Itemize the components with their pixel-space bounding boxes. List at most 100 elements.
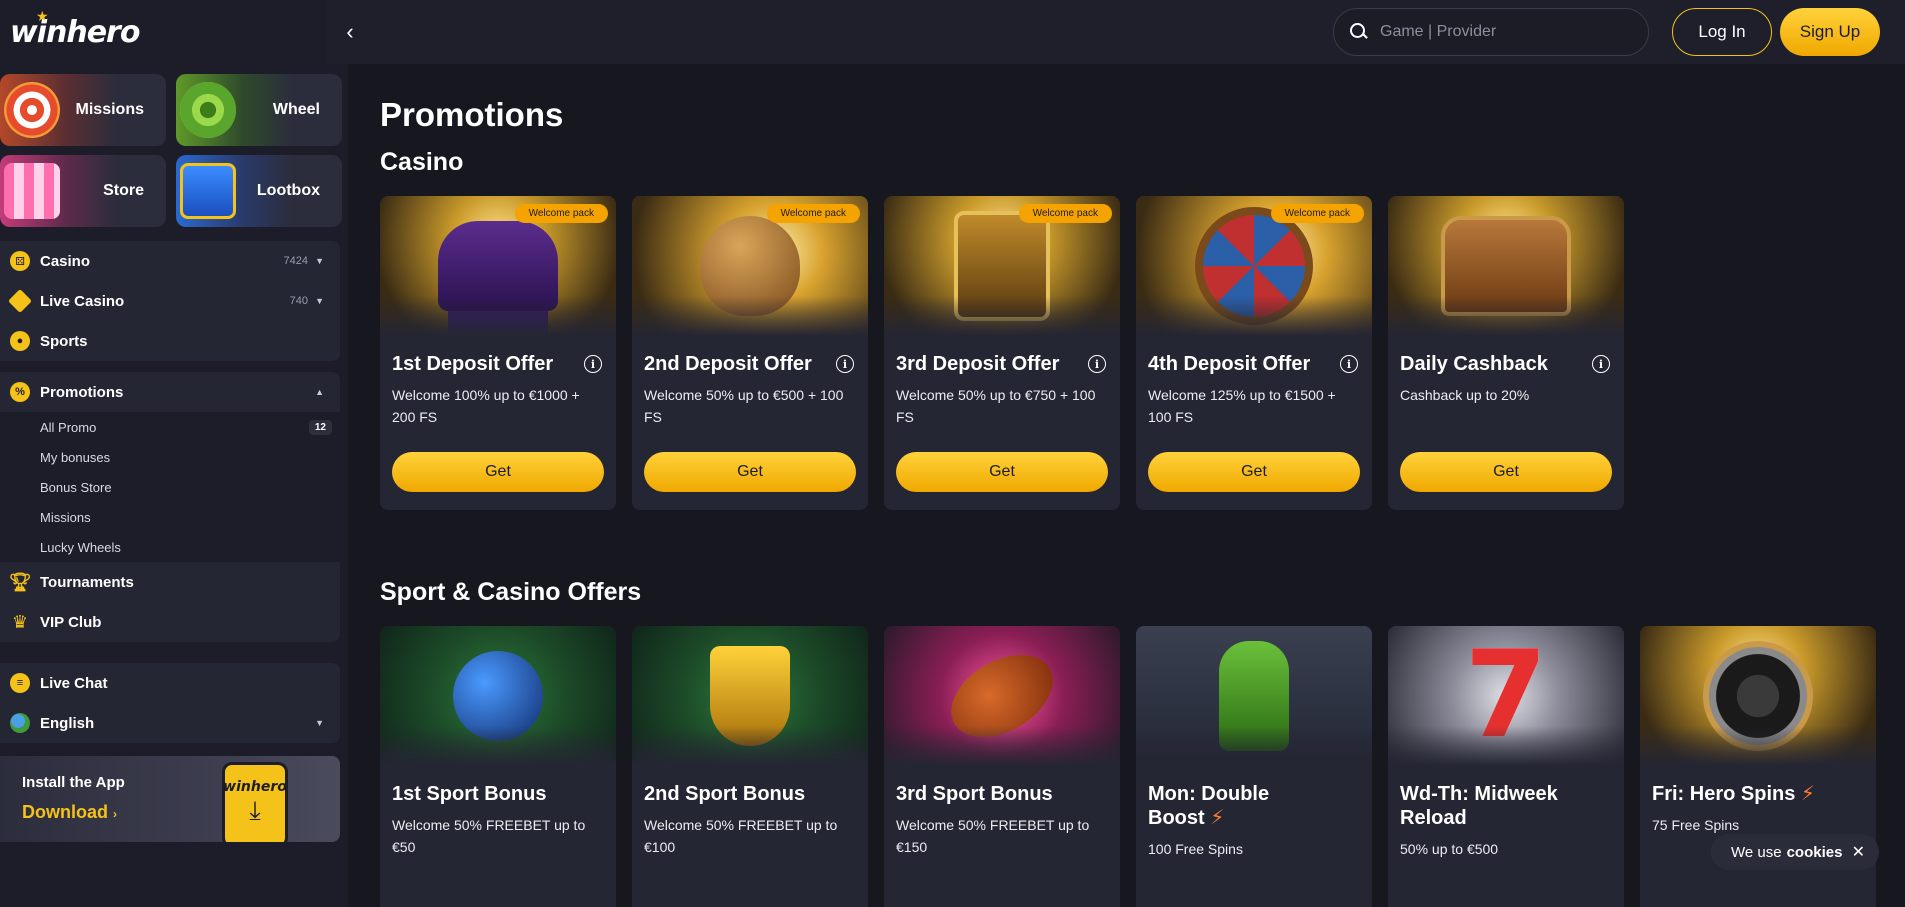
info-icon[interactable]: i <box>584 355 602 373</box>
percent-icon: % <box>10 382 30 402</box>
language-selector[interactable]: English ▼ <box>0 703 340 743</box>
slot-machine-icon <box>954 211 1050 321</box>
sport-promo-row: 1st Sport Bonus Welcome 50% FREEBET up t… <box>380 626 1876 907</box>
ball-icon: ● <box>10 331 30 351</box>
crown-icon: ♛ <box>11 611 29 632</box>
promo-card[interactable]: 2nd Sport Bonus Welcome 50% FREEBET up t… <box>632 626 868 907</box>
section-title-sport-casino: Sport & Casino Offers <box>380 578 642 606</box>
all-promo-count-badge: 12 <box>308 419 332 435</box>
quick-link-store[interactable]: Store <box>0 155 166 227</box>
quick-link-wheel[interactable]: Wheel <box>176 74 342 146</box>
get-button[interactable]: Get <box>392 452 604 492</box>
download-link[interactable]: Download › <box>22 802 117 823</box>
promo-description: Welcome 50% FREEBET up to €150 <box>896 817 1090 855</box>
welcome-pack-badge: Welcome pack <box>514 204 608 223</box>
nav-item-casino[interactable]: ⚄ Casino 7424 ▼ <box>0 241 340 281</box>
promo-description: Cashback up to 20% <box>1400 387 1530 403</box>
search-bar[interactable] <box>1333 8 1649 56</box>
promo-card[interactable]: 7 Wd-Th: Midweek Reload 50% up to €500 <box>1388 626 1624 907</box>
get-button[interactable]: Get <box>1148 452 1360 492</box>
treasure-chest-icon <box>1441 216 1571 316</box>
top-header: ‹ Log In Sign Up <box>326 0 1905 64</box>
promo-card[interactable]: Welcome pack 1st Deposit Offer i Welcome… <box>380 196 616 510</box>
promo-description: Welcome 50% up to €500 + 100 FS <box>644 387 844 425</box>
chevron-down-icon[interactable]: ▼ <box>315 296 324 306</box>
promo-card[interactable]: Mon: Double Boost ⚡︎ 100 Free Spins <box>1136 626 1372 907</box>
get-button[interactable]: Get <box>1400 452 1612 492</box>
chevron-up-icon[interactable]: ▲ <box>315 387 324 397</box>
nav-item-sports[interactable]: ● Sports <box>0 321 340 361</box>
trophy-icon: 🏆︎ <box>8 571 32 592</box>
info-icon[interactable]: i <box>1340 355 1358 373</box>
promo-card[interactable]: Daily Cashback i Cashback up to 20% Get <box>1388 196 1624 510</box>
sub-item-lucky-wheels[interactable]: Lucky Wheels <box>0 532 340 562</box>
close-icon[interactable]: ✕ <box>1852 842 1865 862</box>
login-button[interactable]: Log In <box>1672 8 1772 56</box>
nav-item-vip-club[interactable]: ♛ VIP Club <box>0 602 340 642</box>
promo-description: Welcome 125% up to €1500 + 100 FS <box>1148 387 1336 425</box>
trophy-cup-icon <box>710 646 790 746</box>
quick-link-lootbox[interactable]: Lootbox <box>176 155 342 227</box>
live-casino-count: 740 <box>289 295 308 307</box>
chat-icon: ≡ <box>10 673 30 693</box>
promo-image-trophy-cup <box>632 626 868 766</box>
logo-star-icon: ★ <box>36 8 49 24</box>
promo-description: 100 Free Spins <box>1148 841 1243 857</box>
promo-image-wizard-hat: Welcome pack <box>380 196 616 336</box>
promo-card[interactable]: 1st Sport Bonus Welcome 50% FREEBET up t… <box>380 626 616 907</box>
info-icon[interactable]: i <box>1088 355 1106 373</box>
wheel-icon <box>180 82 236 138</box>
sub-item-all-promo[interactable]: All Promo 12 <box>0 412 340 442</box>
support-nav: ≡ Live Chat English ▼ <box>0 663 340 743</box>
football-icon <box>936 638 1068 754</box>
promo-image-coin-sack: Welcome pack <box>632 196 868 336</box>
promo-card[interactable]: Welcome pack 2nd Deposit Offer i Welcome… <box>632 196 868 510</box>
promo-title: 1st Deposit Offer <box>392 353 554 375</box>
winhero-logo[interactable]: ★ winhero <box>10 8 140 52</box>
coin-sack-icon <box>700 216 800 316</box>
promo-image-sport-helmet <box>380 626 616 766</box>
chevron-down-icon[interactable]: ▼ <box>315 718 324 728</box>
promo-card[interactable]: Welcome pack 4th Deposit Offer i Welcome… <box>1136 196 1372 510</box>
back-chevron-icon[interactable]: ‹ <box>336 18 364 46</box>
welcome-pack-badge: Welcome pack <box>766 204 860 223</box>
nav-item-live-casino[interactable]: Live Casino 740 ▼ <box>0 281 340 321</box>
chevron-down-icon[interactable]: ▼ <box>315 256 324 266</box>
promo-description: Welcome 50% up to €750 + 100 FS <box>896 387 1096 425</box>
promo-title: 3rd Sport Bonus <box>896 783 1053 805</box>
sub-item-missions[interactable]: Missions <box>0 502 340 532</box>
promo-title: Daily Cashback <box>1400 353 1548 375</box>
quick-link-missions[interactable]: Missions <box>0 74 166 146</box>
promo-image-lucky-seven: 7 <box>1388 626 1624 766</box>
promo-image-prize-wheel: Welcome pack <box>1136 196 1372 336</box>
dice-icon: ⚄ <box>10 251 30 271</box>
promo-card[interactable]: Welcome pack 3rd Deposit Offer i Welcome… <box>884 196 1120 510</box>
get-button[interactable]: Get <box>896 452 1108 492</box>
live-casino-icon <box>7 288 33 314</box>
promo-image-treasure-chest <box>1388 196 1624 336</box>
nav-item-live-chat[interactable]: ≡ Live Chat <box>0 663 340 703</box>
search-icon <box>1350 23 1368 41</box>
install-title: Install the App <box>22 774 125 791</box>
nav-item-tournaments[interactable]: 🏆︎ Tournaments <box>0 562 340 602</box>
install-app-banner[interactable]: Install the App Download › winhero ⤓ <box>0 756 340 842</box>
info-icon[interactable]: i <box>836 355 854 373</box>
cookie-notice: We use cookies ✕ <box>1711 834 1879 870</box>
info-icon[interactable]: i <box>1592 355 1610 373</box>
promo-title: Fri: Hero Spins ⚡︎ <box>1652 783 1815 805</box>
lucky-seven-icon: 7 <box>1464 626 1548 765</box>
signup-button[interactable]: Sign Up <box>1780 8 1880 56</box>
sub-item-my-bonuses[interactable]: My bonuses <box>0 442 340 472</box>
promo-title: 2nd Deposit Offer <box>644 353 812 375</box>
promo-title: Wd-Th: Midweek Reload <box>1400 783 1558 829</box>
sidebar: ★ winhero Missions Wheel Store Lootbox ⚄… <box>0 0 348 907</box>
promo-image-slot-machine: Welcome pack <box>884 196 1120 336</box>
lightning-icon: ⚡︎ <box>1210 807 1225 829</box>
promo-title: 1st Sport Bonus <box>392 783 547 805</box>
search-input[interactable] <box>1380 23 1620 41</box>
sub-item-bonus-store[interactable]: Bonus Store <box>0 472 340 502</box>
nav-item-promotions[interactable]: % Promotions ▲ <box>0 372 340 412</box>
phone-icon: winhero ⤓ <box>222 762 288 842</box>
promo-card[interactable]: 3rd Sport Bonus Welcome 50% FREEBET up t… <box>884 626 1120 907</box>
get-button[interactable]: Get <box>644 452 856 492</box>
